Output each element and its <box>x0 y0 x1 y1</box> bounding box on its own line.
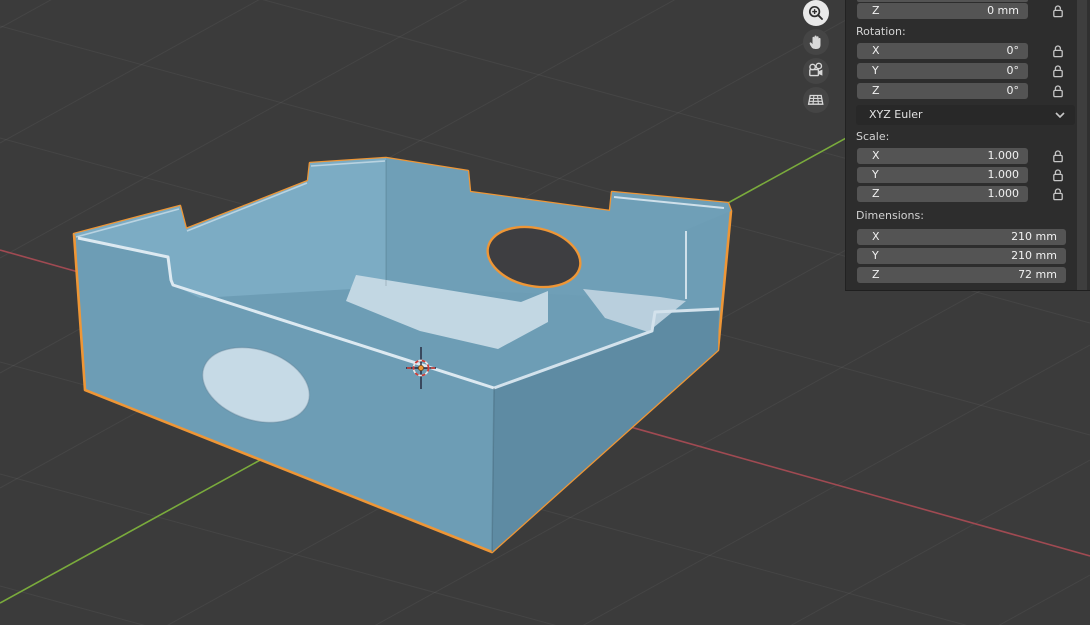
scale-z-field[interactable]: Z 1.000 <box>857 186 1028 202</box>
object-origin-dot <box>418 365 424 371</box>
dropdown-value: XYZ Euler <box>869 108 923 121</box>
unlock-icon[interactable] <box>1051 44 1065 58</box>
rotation-x-field[interactable]: X 0° <box>857 43 1028 59</box>
axis-label: Z <box>872 187 880 200</box>
unlock-icon[interactable] <box>1051 84 1065 98</box>
field-value: 0° <box>1006 44 1020 57</box>
dimensions-x-field[interactable]: X 210 mm <box>857 229 1066 245</box>
unlock-icon[interactable] <box>1051 64 1065 78</box>
dimensions-z-field[interactable]: Z 72 mm <box>857 267 1066 283</box>
location-z-field[interactable]: Z 0 mm <box>857 3 1028 19</box>
axis-label: Y <box>872 249 879 262</box>
hand-icon <box>809 35 821 49</box>
axis-label: Y <box>872 168 879 181</box>
blender-window: Z 0 mm Rotation: X 0° Y 0° Z 0° XYZ Eule… <box>0 0 1090 625</box>
axis-label: X <box>872 149 880 162</box>
dimensions-section-label: Dimensions: <box>856 209 924 222</box>
ortho-toggle-button[interactable] <box>803 87 829 113</box>
field-value: 1.000 <box>987 187 1020 200</box>
rotation-z-field[interactable]: Z 0° <box>857 83 1028 99</box>
field-value: 0° <box>1006 84 1020 97</box>
field-value: 72 mm <box>1018 268 1057 281</box>
rotation-y-field[interactable]: Y 0° <box>857 63 1028 79</box>
location-y-field-partial[interactable] <box>857 0 1028 2</box>
panel-edge <box>1077 0 1087 290</box>
camera-icon <box>809 62 823 77</box>
unlock-icon[interactable] <box>1051 149 1065 163</box>
zoom-button[interactable] <box>803 0 829 26</box>
chevron-down-icon <box>1055 112 1065 118</box>
unlock-icon[interactable] <box>1051 4 1065 18</box>
scale-section-label: Scale: <box>856 130 890 143</box>
pan-button[interactable] <box>803 29 829 55</box>
transform-panel: Z 0 mm Rotation: X 0° Y 0° Z 0° XYZ Eule… <box>845 0 1090 291</box>
axis-label: Y <box>872 64 879 77</box>
rotation-section-label: Rotation: <box>856 25 906 38</box>
field-value: 210 mm <box>1011 230 1057 243</box>
field-value: 0 mm <box>987 4 1019 17</box>
field-value: 210 mm <box>1011 249 1057 262</box>
field-value: 1.000 <box>987 168 1020 181</box>
camera-view-button[interactable] <box>803 58 829 84</box>
unlock-icon[interactable] <box>1051 168 1065 182</box>
zoom-icon <box>808 5 823 20</box>
field-value: 0° <box>1006 64 1020 77</box>
rotation-mode-dropdown[interactable]: XYZ Euler <box>856 105 1075 125</box>
axis-label: Z <box>872 268 880 281</box>
axis-label: Z <box>872 4 880 17</box>
ortho-grid-icon <box>807 94 824 105</box>
axis-label: X <box>872 230 880 243</box>
axis-label: Z <box>872 84 880 97</box>
axis-label: X <box>872 44 880 57</box>
dimensions-y-field[interactable]: Y 210 mm <box>857 248 1066 264</box>
unlock-icon[interactable] <box>1051 187 1065 201</box>
field-value: 1.000 <box>987 149 1020 162</box>
scale-y-field[interactable]: Y 1.000 <box>857 167 1028 183</box>
scale-x-field[interactable]: X 1.000 <box>857 148 1028 164</box>
